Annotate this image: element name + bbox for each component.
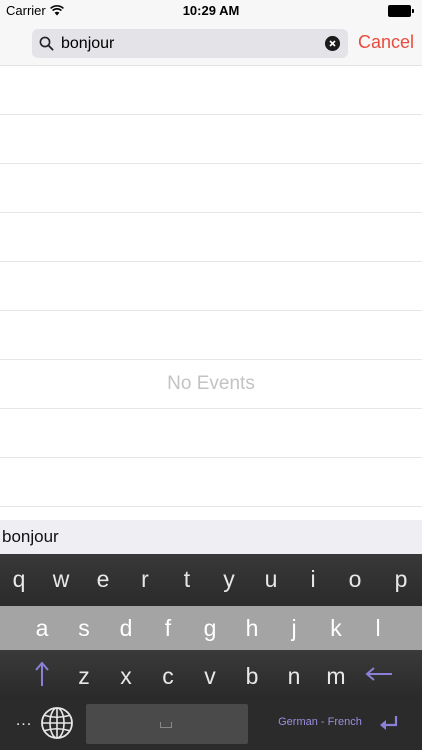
key-o[interactable]: o [340, 566, 370, 593]
key-z[interactable]: z [69, 663, 99, 690]
key-m[interactable]: m [321, 663, 351, 690]
magnifier-icon [39, 36, 54, 51]
row-divider [0, 506, 422, 507]
suggestion-bar: bonjour [0, 520, 422, 554]
key-s[interactable]: s [69, 615, 99, 642]
keyboard-row-1: q w e r t y u i o p [0, 554, 422, 606]
key-b[interactable]: b [237, 663, 267, 690]
search-input[interactable] [61, 32, 321, 55]
space-key[interactable] [86, 704, 248, 744]
key-j[interactable]: j [279, 615, 309, 642]
key-h[interactable]: h [237, 615, 267, 642]
battery-icon [388, 5, 414, 17]
keyboard-row-3: z x c v b n m [0, 650, 422, 698]
key-l[interactable]: l [363, 615, 393, 642]
status-time: 10:29 AM [182, 3, 240, 18]
key-w[interactable]: w [46, 566, 76, 593]
row-divider [0, 310, 422, 311]
row-divider [0, 457, 422, 458]
row-divider [0, 114, 422, 115]
key-g[interactable]: g [195, 615, 225, 642]
key-e[interactable]: e [88, 566, 118, 593]
language-switch[interactable]: German - French [258, 716, 382, 728]
row-divider [0, 408, 422, 409]
backspace-arrow-icon[interactable] [364, 664, 394, 684]
key-c[interactable]: c [153, 663, 183, 690]
keyboard-row-2: a s d f g h j k l [0, 606, 422, 650]
key-u[interactable]: u [256, 566, 286, 593]
key-r[interactable]: r [130, 566, 160, 593]
key-y[interactable]: y [214, 566, 244, 593]
cancel-button[interactable]: Cancel [358, 32, 414, 53]
key-x[interactable]: x [111, 663, 141, 690]
key-t[interactable]: t [172, 566, 202, 593]
globe-icon[interactable] [40, 706, 74, 740]
key-k[interactable]: k [321, 615, 351, 642]
key-f[interactable]: f [153, 615, 183, 642]
events-list [0, 66, 422, 520]
keyboard: q w e r t y u i o p a s d f g h j k l z … [0, 554, 422, 750]
status-bar: Carrier 10:29 AM [0, 0, 422, 22]
key-n[interactable]: n [279, 663, 309, 690]
row-divider [0, 359, 422, 360]
search-header: Cancel [0, 22, 422, 66]
shift-arrow-icon[interactable] [30, 660, 54, 688]
more-key[interactable]: ... [14, 712, 34, 730]
suggestion-word[interactable]: bonjour [2, 527, 59, 547]
row-divider [0, 261, 422, 262]
return-icon[interactable] [378, 712, 400, 732]
key-p[interactable]: p [386, 566, 416, 593]
key-a[interactable]: a [27, 615, 57, 642]
row-divider [0, 163, 422, 164]
keyboard-row-4: ... German - French [0, 698, 422, 750]
key-v[interactable]: v [195, 663, 225, 690]
space-bar-icon [160, 722, 172, 728]
no-events-label: No Events [167, 373, 255, 394]
key-i[interactable]: i [298, 566, 328, 593]
key-q[interactable]: q [4, 566, 34, 593]
key-d[interactable]: d [111, 615, 141, 642]
row-divider [0, 212, 422, 213]
search-field[interactable] [32, 29, 348, 58]
clear-icon[interactable] [325, 36, 340, 51]
